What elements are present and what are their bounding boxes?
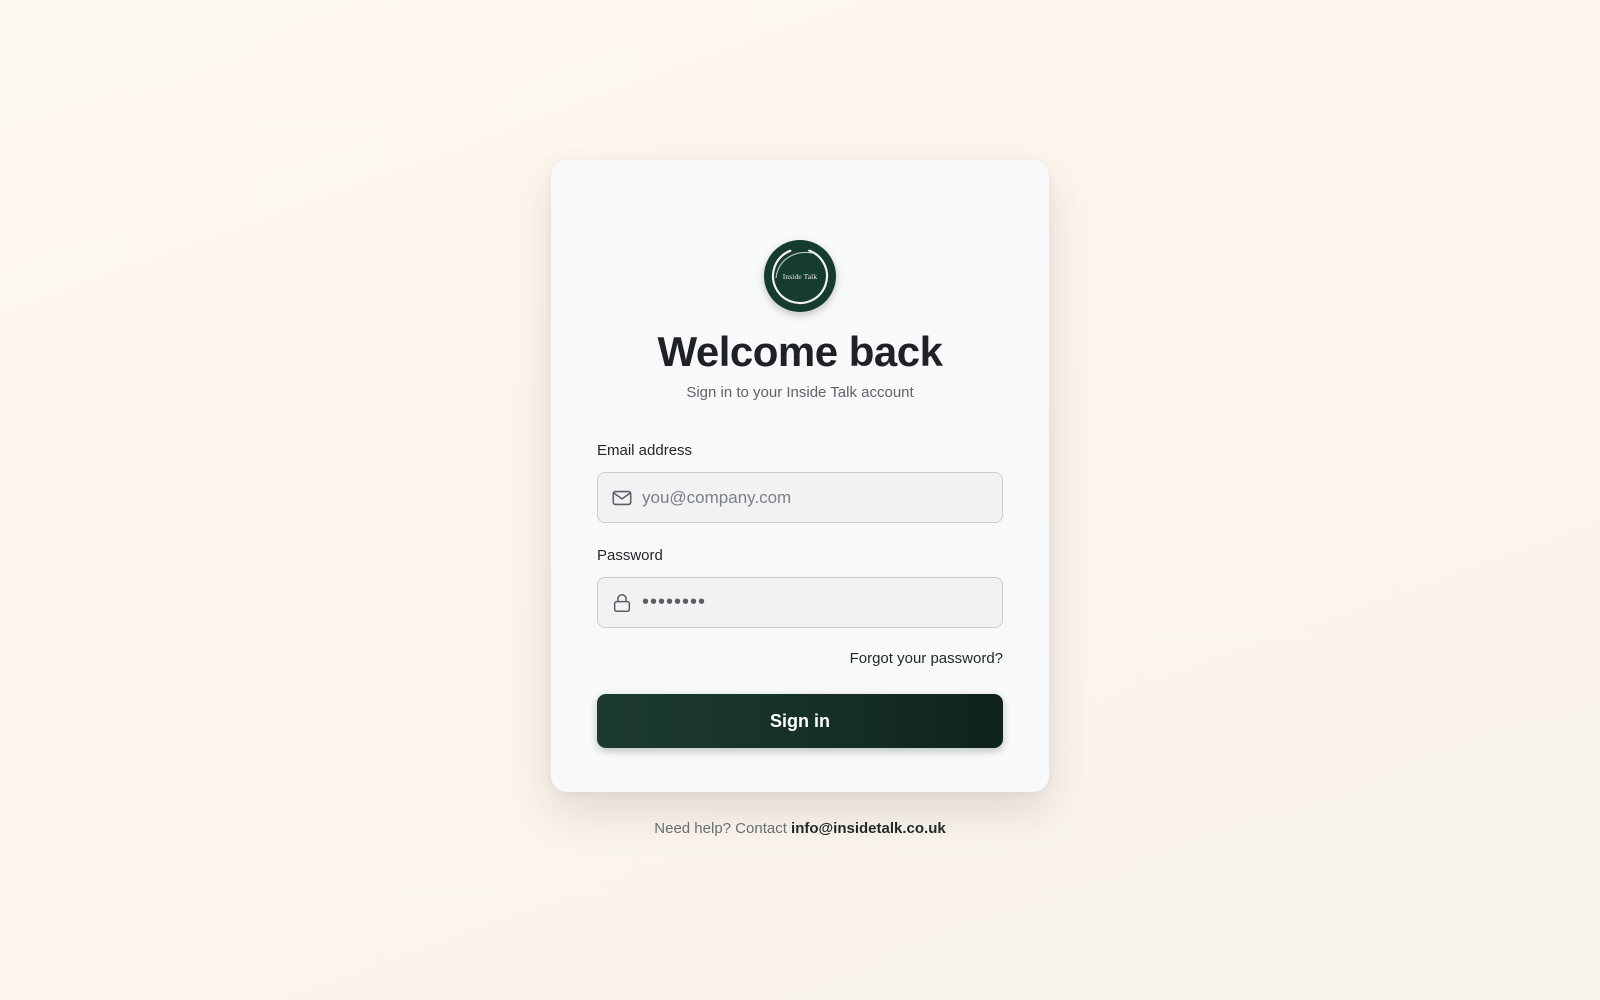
password-input[interactable] xyxy=(642,578,992,627)
password-label: Password xyxy=(597,547,663,564)
email-field[interactable] xyxy=(597,472,1003,523)
mail-icon xyxy=(612,490,632,506)
forgot-password-link[interactable]: Forgot your password? xyxy=(850,650,1003,667)
email-label: Email address xyxy=(597,442,693,459)
logo-text: Inside Talk xyxy=(782,271,818,281)
help-text: Need help? Contact xyxy=(654,820,787,837)
support-email-link[interactable]: info@insidetalk.co.uk xyxy=(791,820,946,837)
password-field[interactable] xyxy=(597,577,1003,628)
sign-in-button[interactable]: Sign in xyxy=(597,694,1003,748)
page-title: Welcome back xyxy=(657,328,943,375)
help-footer: Need help? Contact info@insidetalk.co.uk xyxy=(0,820,1600,837)
lock-icon xyxy=(613,593,631,613)
email-input[interactable] xyxy=(642,473,992,522)
brand-logo: Inside Talk xyxy=(764,240,836,312)
login-card: Inside Talk Welcome back Sign in to your… xyxy=(551,160,1049,792)
page-subtitle: Sign in to your Inside Talk account xyxy=(686,384,914,401)
